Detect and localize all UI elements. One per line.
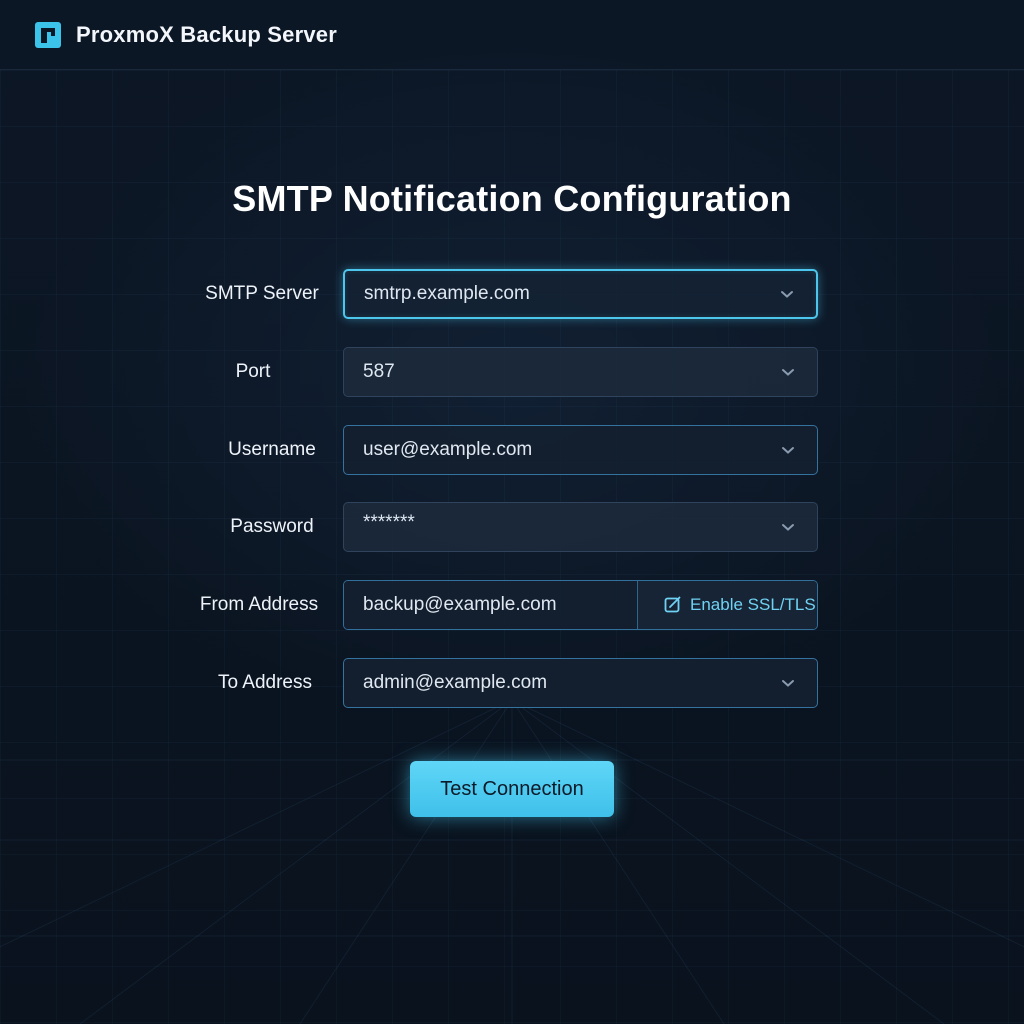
to-address-row: To Address admin@example.com bbox=[0, 658, 1024, 708]
username-value: user@example.com bbox=[363, 439, 533, 460]
password-value: ******* bbox=[363, 512, 415, 533]
chevron-down-icon[interactable] bbox=[781, 520, 795, 534]
to-address-value: admin@example.com bbox=[363, 672, 548, 693]
port-row: Port 587 bbox=[0, 347, 1024, 397]
ssl-toggle[interactable]: Enable SSL/TLS bbox=[638, 581, 817, 629]
smtp-server-row: SMTP Server smtrp.example.com bbox=[0, 269, 1024, 319]
to-address-field[interactable]: admin@example.com bbox=[343, 658, 818, 708]
chevron-down-icon[interactable] bbox=[781, 676, 795, 690]
page-title: SMTP Notification Configuration bbox=[232, 178, 792, 219]
password-field[interactable]: ******* bbox=[343, 502, 818, 552]
chevron-down-icon[interactable] bbox=[780, 287, 794, 301]
from-address-row: From Address backup@example.com Enable S… bbox=[0, 580, 1024, 630]
app-title: ProxmoX Backup Server bbox=[76, 21, 337, 47]
smtp-server-value: smtrp.example.com bbox=[364, 283, 530, 304]
test-connection-button[interactable]: Test Connection bbox=[410, 761, 614, 817]
checkbox-checked-icon[interactable] bbox=[664, 596, 682, 614]
from-address-group: backup@example.com Enable SSL/TLS bbox=[343, 580, 818, 630]
port-field[interactable]: 587 bbox=[343, 347, 818, 397]
ssl-label: Enable SSL/TLS bbox=[690, 595, 816, 614]
proxmox-logo-icon[interactable] bbox=[34, 21, 62, 49]
smtp-server-field[interactable]: smtrp.example.com bbox=[343, 269, 818, 319]
username-row: Username user@example.com bbox=[0, 425, 1024, 475]
background-floor bbox=[0, 700, 1024, 1024]
smtp-form: SMTP Server smtrp.example.com Port 587 U… bbox=[0, 0, 1024, 1024]
password-row: Password ******* bbox=[0, 502, 1024, 552]
port-value: 587 bbox=[363, 361, 395, 382]
from-address-field[interactable]: backup@example.com bbox=[344, 581, 638, 629]
chevron-down-icon[interactable] bbox=[781, 443, 795, 457]
username-field[interactable]: user@example.com bbox=[343, 425, 818, 475]
top-bar: ProxmoX Backup Server bbox=[0, 0, 1024, 70]
port-label: Port bbox=[235, 361, 271, 382]
chevron-down-icon[interactable] bbox=[781, 365, 795, 379]
